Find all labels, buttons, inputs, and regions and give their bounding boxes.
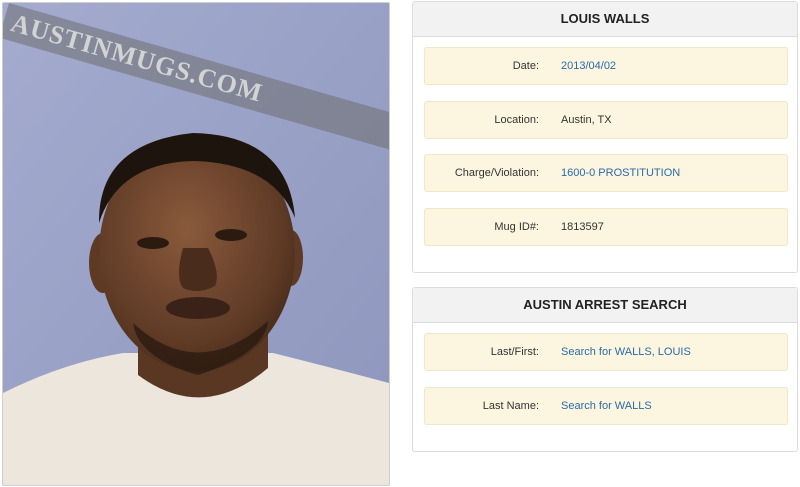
search-last-name-link[interactable]: Search for WALLS — [561, 388, 652, 424]
date-label: Date: — [512, 60, 539, 72]
mug-id-row: Mug ID#: 1813597 — [424, 208, 788, 246]
last-first-row: Last/First: Search for WALLS, LOUIS — [424, 333, 788, 371]
last-name-row: Last Name: Search for WALLS — [424, 387, 788, 425]
charge-row: Charge/Violation: 1600-0 PROSTITUTION — [424, 154, 788, 192]
mugshot-photo: AUSTINMUGS.COM — [2, 2, 390, 486]
arrest-details-panel: LOUIS WALLS Date: 2013/04/02 Location: A… — [412, 1, 798, 273]
mug-id-value: 1813597 — [561, 221, 604, 233]
location-value: Austin, TX — [561, 114, 612, 126]
location-row: Location: Austin, TX — [424, 101, 788, 139]
arrest-search-panel: AUSTIN ARREST SEARCH Last/First: Search … — [412, 287, 798, 452]
mug-id-label: Mug ID#: — [494, 221, 539, 233]
charge-link[interactable]: 1600-0 PROSTITUTION — [561, 155, 680, 191]
charge-label: Charge/Violation: — [454, 167, 539, 179]
date-link[interactable]: 2013/04/02 — [561, 48, 616, 84]
last-first-label: Last/First: — [490, 346, 539, 358]
search-panel-title: AUSTIN ARREST SEARCH — [413, 288, 797, 323]
arrest-name-title: LOUIS WALLS — [413, 2, 797, 37]
location-label: Location: — [494, 114, 539, 126]
date-row: Date: 2013/04/02 — [424, 47, 788, 85]
last-name-label: Last Name: — [482, 400, 539, 412]
search-last-first-link[interactable]: Search for WALLS, LOUIS — [561, 334, 691, 370]
